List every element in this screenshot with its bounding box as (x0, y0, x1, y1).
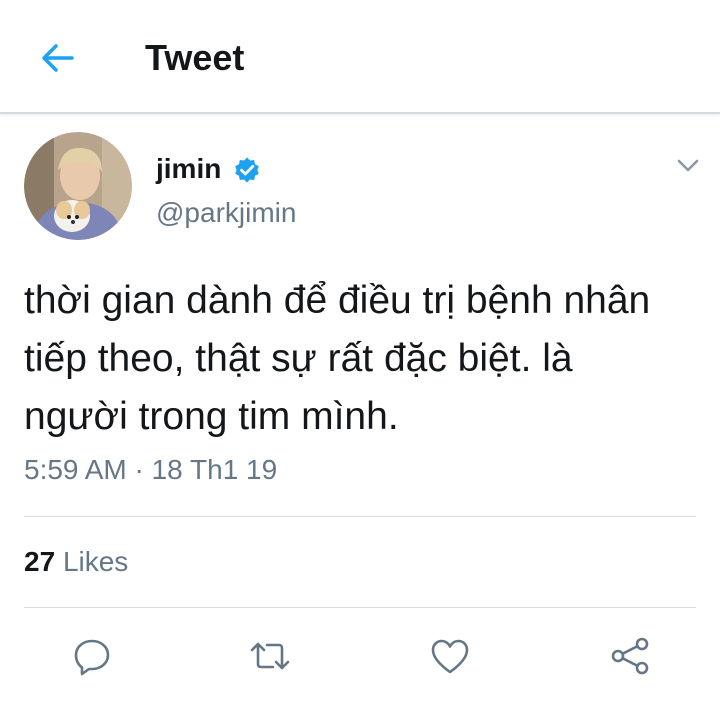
share-button[interactable] (606, 632, 654, 680)
arrow-left-icon (42, 44, 74, 72)
likes-stat[interactable]: 27 Likes (24, 544, 128, 580)
tweet-detail-screen: Tweet jimin @parkjimin thời gian dành để… (0, 0, 720, 708)
avatar-image (24, 132, 132, 240)
tweet-timestamp: 5:59 AM · 18 Th1 19 (24, 454, 278, 485)
author-handle[interactable]: @parkjimin (156, 195, 296, 231)
avatar[interactable] (24, 132, 132, 240)
author-name[interactable]: jimin (156, 151, 221, 187)
verified-badge-icon (235, 157, 259, 183)
share-icon (611, 637, 649, 675)
likes-label: Likes (62, 546, 129, 577)
retweet-button[interactable] (246, 632, 294, 680)
page-title: Tweet (145, 37, 245, 78)
back-button[interactable] (32, 36, 80, 80)
like-button[interactable] (426, 632, 474, 680)
chevron-down-icon[interactable] (672, 150, 704, 182)
divider (24, 516, 696, 517)
divider (24, 607, 696, 608)
app-header: Tweet (0, 0, 720, 114)
likes-count: 27 (24, 546, 56, 577)
retweet-icon (250, 642, 290, 670)
reply-icon (74, 639, 110, 676)
heart-icon (431, 639, 469, 674)
tweet-text: thời gian dành để điều trị bệnh nhân tiế… (24, 279, 651, 438)
reply-button[interactable] (68, 632, 116, 680)
